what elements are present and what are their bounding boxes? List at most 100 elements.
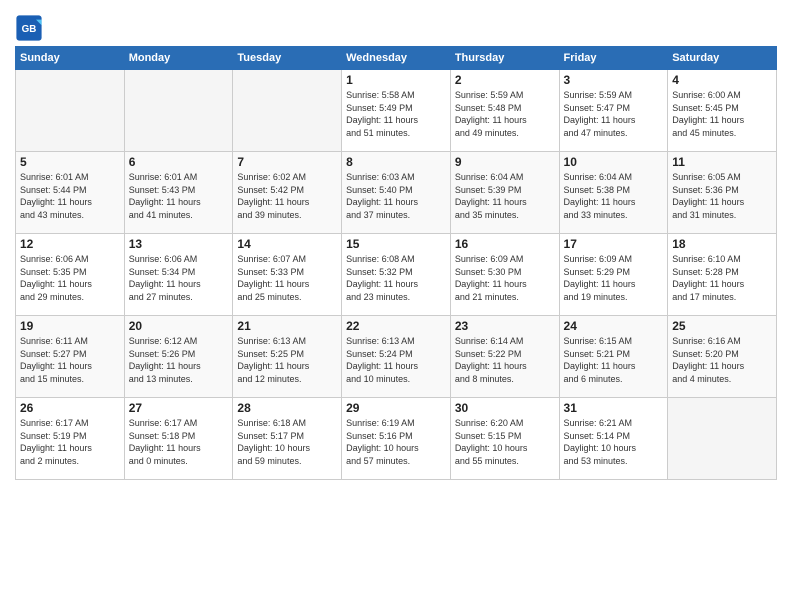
calendar-cell: 16Sunrise: 6:09 AMSunset: 5:30 PMDayligh… bbox=[450, 234, 559, 316]
header-sunday: Sunday bbox=[16, 47, 125, 70]
header-row: SundayMondayTuesdayWednesdayThursdayFrid… bbox=[16, 47, 777, 70]
calendar-cell bbox=[124, 70, 233, 152]
cell-info: Sunrise: 6:17 AMSunset: 5:19 PMDaylight:… bbox=[20, 417, 120, 467]
header-monday: Monday bbox=[124, 47, 233, 70]
calendar-cell: 20 Sunrise: 6:12 AMSunset: 5:26 PMDayligh… bbox=[124, 316, 233, 398]
day-number: 15 bbox=[346, 237, 446, 251]
calendar-cell: 25 Sunrise: 6:16 AMSunset: 5:20 PMDayligh… bbox=[668, 316, 777, 398]
calendar-cell: 28 Sunrise: 6:18 AMSunset: 5:17 PMDayligh… bbox=[233, 398, 342, 480]
day-number: 5 bbox=[20, 155, 120, 169]
cell-info: Sunrise: 5:59 AMSunset: 5:47 PMDaylight:… bbox=[564, 89, 664, 139]
calendar-cell: 24 Sunrise: 6:15 AMSunset: 5:21 PMDayligh… bbox=[559, 316, 668, 398]
day-number: 8 bbox=[346, 155, 446, 169]
calendar-cell: 30 Sunrise: 6:20 AMSunset: 5:15 PMDayligh… bbox=[450, 398, 559, 480]
calendar-cell: 31 Sunrise: 6:21 AMSunset: 5:14 PMDayligh… bbox=[559, 398, 668, 480]
cell-info: Sunrise: 6:03 AMSunset: 5:40 PMDaylight:… bbox=[346, 171, 446, 221]
day-number: 18 bbox=[672, 237, 772, 251]
day-number: 9 bbox=[455, 155, 555, 169]
calendar-cell: 3 Sunrise: 5:59 AMSunset: 5:47 PMDaylight… bbox=[559, 70, 668, 152]
cell-info: Sunrise: 6:16 AMSunset: 5:20 PMDaylight:… bbox=[672, 335, 772, 385]
week-row-3: 12 Sunrise: 6:06 AMSunset: 5:35 PMDayligh… bbox=[16, 234, 777, 316]
day-number: 21 bbox=[237, 319, 337, 333]
calendar-cell: 27 Sunrise: 6:17 AMSunset: 5:18 PMDayligh… bbox=[124, 398, 233, 480]
svg-text:GB: GB bbox=[22, 24, 37, 35]
day-number: 13 bbox=[129, 237, 229, 251]
cell-info: Sunrise: 6:21 AMSunset: 5:14 PMDaylight:… bbox=[564, 417, 664, 467]
day-number: 25 bbox=[672, 319, 772, 333]
calendar-cell: 5Sunrise: 6:01 AMSunset: 5:44 PMDaylight… bbox=[16, 152, 125, 234]
calendar-cell: 23 Sunrise: 6:14 AMSunset: 5:22 PMDayligh… bbox=[450, 316, 559, 398]
cell-info: Sunrise: 6:17 AMSunset: 5:18 PMDaylight:… bbox=[129, 417, 229, 467]
day-number: 3 bbox=[564, 73, 664, 87]
calendar-cell bbox=[233, 70, 342, 152]
day-number: 19 bbox=[20, 319, 120, 333]
header: GB bbox=[15, 10, 777, 42]
header-thursday: Thursday bbox=[450, 47, 559, 70]
logo-icon: GB bbox=[15, 14, 43, 42]
cell-info: Sunrise: 6:07 AMSunset: 5:33 PMDaylight:… bbox=[237, 253, 337, 303]
calendar-cell: 1 Sunrise: 5:58 AMSunset: 5:49 PMDaylight… bbox=[342, 70, 451, 152]
day-number: 7 bbox=[237, 155, 337, 169]
calendar-cell bbox=[16, 70, 125, 152]
day-number: 27 bbox=[129, 401, 229, 415]
day-number: 17 bbox=[564, 237, 664, 251]
calendar-cell: 11 Sunrise: 6:05 AMSunset: 5:36 PMDayligh… bbox=[668, 152, 777, 234]
calendar-cell: 21 Sunrise: 6:13 AMSunset: 5:25 PMDayligh… bbox=[233, 316, 342, 398]
cell-info: Sunrise: 6:09 AMSunset: 5:30 PMDaylight:… bbox=[455, 253, 555, 303]
cell-info: Sunrise: 6:13 AMSunset: 5:24 PMDaylight:… bbox=[346, 335, 446, 385]
header-wednesday: Wednesday bbox=[342, 47, 451, 70]
cell-info: Sunrise: 6:14 AMSunset: 5:22 PMDaylight:… bbox=[455, 335, 555, 385]
day-number: 4 bbox=[672, 73, 772, 87]
calendar-cell: 8 Sunrise: 6:03 AMSunset: 5:40 PMDaylight… bbox=[342, 152, 451, 234]
day-number: 20 bbox=[129, 319, 229, 333]
cell-info: Sunrise: 6:10 AMSunset: 5:28 PMDaylight:… bbox=[672, 253, 772, 303]
cell-info: Sunrise: 6:02 AMSunset: 5:42 PMDaylight:… bbox=[237, 171, 337, 221]
calendar-table: SundayMondayTuesdayWednesdayThursdayFrid… bbox=[15, 46, 777, 480]
day-number: 22 bbox=[346, 319, 446, 333]
day-number: 24 bbox=[564, 319, 664, 333]
calendar-cell: 12 Sunrise: 6:06 AMSunset: 5:35 PMDayligh… bbox=[16, 234, 125, 316]
calendar-cell: 14 Sunrise: 6:07 AMSunset: 5:33 PMDayligh… bbox=[233, 234, 342, 316]
calendar-cell: 10 Sunrise: 6:04 AMSunset: 5:38 PMDayligh… bbox=[559, 152, 668, 234]
cell-info: Sunrise: 6:20 AMSunset: 5:15 PMDaylight:… bbox=[455, 417, 555, 467]
day-number: 26 bbox=[20, 401, 120, 415]
cell-info: Sunrise: 6:06 AMSunset: 5:35 PMDaylight:… bbox=[20, 253, 120, 303]
cell-info: Sunrise: 6:13 AMSunset: 5:25 PMDaylight:… bbox=[237, 335, 337, 385]
cell-info: Sunrise: 6:08 AMSunset: 5:32 PMDaylight:… bbox=[346, 253, 446, 303]
cell-info: Sunrise: 6:05 AMSunset: 5:36 PMDaylight:… bbox=[672, 171, 772, 221]
day-number: 14 bbox=[237, 237, 337, 251]
day-number: 10 bbox=[564, 155, 664, 169]
cell-info: Sunrise: 6:01 AMSunset: 5:43 PMDaylight:… bbox=[129, 171, 229, 221]
day-number: 28 bbox=[237, 401, 337, 415]
cell-info: Sunrise: 6:18 AMSunset: 5:17 PMDaylight:… bbox=[237, 417, 337, 467]
week-row-1: 1 Sunrise: 5:58 AMSunset: 5:49 PMDaylight… bbox=[16, 70, 777, 152]
day-number: 23 bbox=[455, 319, 555, 333]
week-row-2: 5Sunrise: 6:01 AMSunset: 5:44 PMDaylight… bbox=[16, 152, 777, 234]
calendar-cell: 19Sunrise: 6:11 AMSunset: 5:27 PMDayligh… bbox=[16, 316, 125, 398]
day-number: 30 bbox=[455, 401, 555, 415]
calendar-cell: 29 Sunrise: 6:19 AMSunset: 5:16 PMDayligh… bbox=[342, 398, 451, 480]
day-number: 6 bbox=[129, 155, 229, 169]
cell-info: Sunrise: 6:15 AMSunset: 5:21 PMDaylight:… bbox=[564, 335, 664, 385]
header-friday: Friday bbox=[559, 47, 668, 70]
page-container: GB SundayMondayTuesdayWednesdayThursdayF… bbox=[0, 0, 792, 490]
calendar-cell: 26 Sunrise: 6:17 AMSunset: 5:19 PMDayligh… bbox=[16, 398, 125, 480]
calendar-cell: 9Sunrise: 6:04 AMSunset: 5:39 PMDaylight… bbox=[450, 152, 559, 234]
week-row-4: 19Sunrise: 6:11 AMSunset: 5:27 PMDayligh… bbox=[16, 316, 777, 398]
calendar-cell: 18 Sunrise: 6:10 AMSunset: 5:28 PMDayligh… bbox=[668, 234, 777, 316]
calendar-cell: 7 Sunrise: 6:02 AMSunset: 5:42 PMDaylight… bbox=[233, 152, 342, 234]
calendar-cell: 17Sunrise: 6:09 AMSunset: 5:29 PMDayligh… bbox=[559, 234, 668, 316]
cell-info: Sunrise: 6:00 AMSunset: 5:45 PMDaylight:… bbox=[672, 89, 772, 139]
calendar-cell: 22 Sunrise: 6:13 AMSunset: 5:24 PMDayligh… bbox=[342, 316, 451, 398]
calendar-cell: 15 Sunrise: 6:08 AMSunset: 5:32 PMDayligh… bbox=[342, 234, 451, 316]
day-number: 29 bbox=[346, 401, 446, 415]
cell-info: Sunrise: 6:12 AMSunset: 5:26 PMDaylight:… bbox=[129, 335, 229, 385]
day-number: 31 bbox=[564, 401, 664, 415]
cell-info: Sunrise: 6:19 AMSunset: 5:16 PMDaylight:… bbox=[346, 417, 446, 467]
day-number: 1 bbox=[346, 73, 446, 87]
cell-info: Sunrise: 6:04 AMSunset: 5:38 PMDaylight:… bbox=[564, 171, 664, 221]
cell-info: Sunrise: 5:58 AMSunset: 5:49 PMDaylight:… bbox=[346, 89, 446, 139]
week-row-5: 26 Sunrise: 6:17 AMSunset: 5:19 PMDayligh… bbox=[16, 398, 777, 480]
day-number: 11 bbox=[672, 155, 772, 169]
day-number: 12 bbox=[20, 237, 120, 251]
